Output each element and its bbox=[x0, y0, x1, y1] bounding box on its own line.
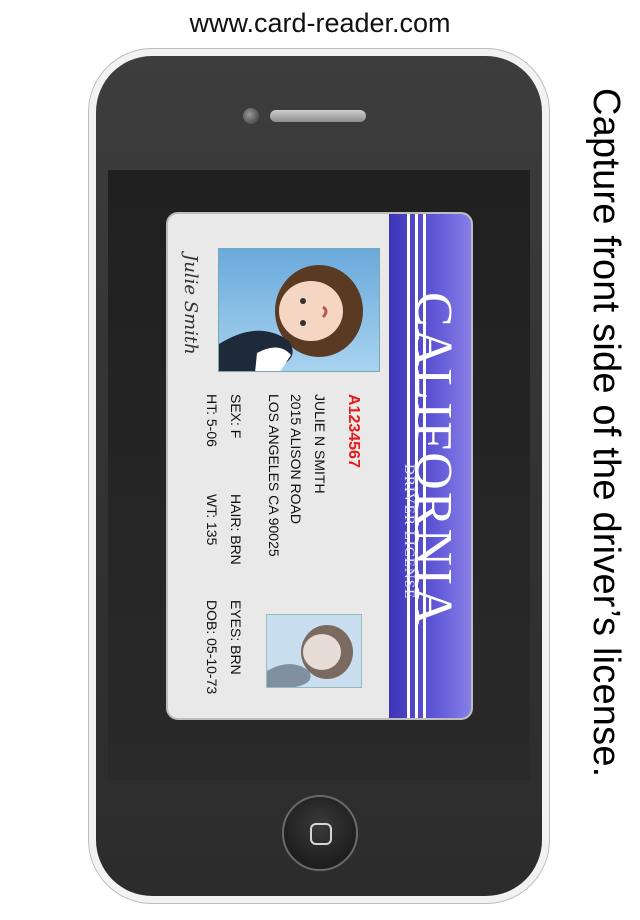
address-line-2: LOS ANGELES CA 90025 bbox=[266, 394, 282, 557]
license-type: DRIVER LICENSE bbox=[401, 464, 417, 600]
page-url[interactable]: www.card-reader.com bbox=[0, 8, 640, 39]
address-line-1: 2015 ALISON ROAD bbox=[288, 394, 304, 524]
camera-icon bbox=[243, 108, 259, 124]
license-ghost-photo bbox=[266, 614, 362, 688]
speaker-grille bbox=[270, 110, 366, 122]
instruction-text-container: Capture front side of the driver’s licen… bbox=[584, 88, 627, 848]
license-photo bbox=[218, 248, 380, 372]
home-button[interactable] bbox=[282, 795, 358, 871]
field-eyes: EYES: BRN bbox=[228, 600, 244, 675]
driver-license-card: CALIFORNIA DRIVER LICENSE Julie Smith A1… bbox=[166, 212, 473, 720]
holder-name: JULIE N SMITH bbox=[312, 394, 328, 494]
band-text: CALIFORNIA DRIVER LICENSE bbox=[389, 214, 471, 718]
home-square-icon bbox=[310, 823, 332, 845]
portrait-icon bbox=[267, 625, 353, 687]
field-sex: SEX: F bbox=[228, 394, 244, 439]
field-weight: WT: 135 bbox=[204, 494, 220, 546]
field-dob: DOB: 05-10-73 bbox=[204, 600, 220, 695]
signature: Julie Smith bbox=[180, 254, 212, 364]
signature-text: Julie Smith bbox=[180, 254, 201, 355]
license-number: A1234567 bbox=[345, 394, 362, 468]
capture-instruction: Capture front side of the driver’s licen… bbox=[585, 88, 627, 778]
license-band: CALIFORNIA DRIVER LICENSE bbox=[389, 214, 471, 718]
field-hair: HAIR: BRN bbox=[228, 494, 244, 565]
portrait-icon bbox=[219, 265, 363, 371]
field-height: HT: 5-06 bbox=[204, 394, 220, 447]
